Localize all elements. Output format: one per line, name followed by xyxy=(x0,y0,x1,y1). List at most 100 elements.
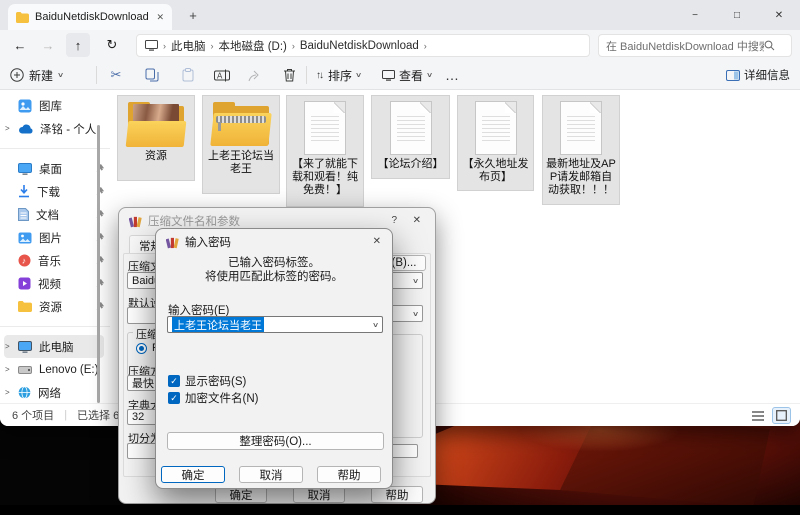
sidebar-scrollbar[interactable] xyxy=(97,125,100,403)
explorer-tab[interactable]: BaiduNetdiskDownload ✕ xyxy=(8,4,172,30)
view-label: 查看 xyxy=(399,67,423,84)
tab-title: BaiduNetdiskDownload xyxy=(35,11,150,23)
sort-button[interactable]: ↑↓ 排序 ∨ xyxy=(316,63,361,87)
text-file-icon xyxy=(475,101,517,155)
breadcrumb[interactable]: › 此电脑 › 本地磁盘 (D:) › BaiduNetdiskDownload… xyxy=(136,34,590,57)
icon-view-toggle[interactable] xyxy=(772,407,791,424)
breadcrumb-current-folder[interactable]: BaiduNetdiskDownload xyxy=(300,40,419,52)
view-button[interactable]: 查看 ∨ xyxy=(382,63,432,87)
method-value: 最快 xyxy=(132,375,154,391)
command-toolbar: 新建 ∨ ✂ A xyxy=(0,60,800,90)
details-pane-label: 详细信息 xyxy=(744,67,790,83)
document-icon xyxy=(18,208,29,221)
share-icon xyxy=(248,68,262,82)
list-view-toggle[interactable] xyxy=(748,407,767,424)
sidebar-item-gallery[interactable]: 图库 xyxy=(4,94,104,117)
encrypt-filenames-checkbox[interactable]: ✓ 加密文件名(N) xyxy=(168,390,258,406)
chevron-expand-icon[interactable]: > xyxy=(5,124,10,133)
more-options-button[interactable]: … xyxy=(440,63,464,87)
rar-dialog-title: 压缩文件名和参数 xyxy=(148,213,240,229)
breadcrumb-this-pc[interactable]: 此电脑 xyxy=(171,38,206,54)
help-icon[interactable]: ? xyxy=(391,215,397,226)
sidebar-item-label: 音乐 xyxy=(38,253,61,269)
screen: BaiduNetdiskDownload ✕ + − □ ✕ ← → ↑ ↻ ›… xyxy=(0,0,800,515)
sidebar-item-music[interactable]: ♪ 音乐 xyxy=(4,249,104,272)
minimize-button[interactable]: − xyxy=(674,0,716,30)
toolbar-divider xyxy=(96,66,97,84)
chevron-down-icon: ∨ xyxy=(355,71,362,79)
folder-icon xyxy=(16,12,29,23)
sidebar-item-pictures[interactable]: 图片 xyxy=(4,226,104,249)
sidebar-item-videos[interactable]: 视频 xyxy=(4,272,104,295)
checkbox-checked-icon: ✓ xyxy=(168,375,180,387)
paste-button[interactable] xyxy=(176,63,200,87)
sidebar-item-onedrive[interactable]: > 泽铭 - 个人 xyxy=(4,117,104,140)
new-button[interactable]: 新建 ∨ xyxy=(10,63,63,87)
network-icon xyxy=(18,386,31,399)
encrypt-filenames-label: 加密文件名(N) xyxy=(185,390,258,406)
close-button[interactable]: ✕ xyxy=(758,0,800,30)
close-icon[interactable]: ✕ xyxy=(373,236,381,247)
file-tile-zip[interactable]: 上老王论坛当老王 xyxy=(202,95,280,194)
chevron-right-icon: › xyxy=(292,41,295,51)
show-password-checkbox[interactable]: ✓ 显示密码(S) xyxy=(168,373,246,389)
tab-strip: BaiduNetdiskDownload ✕ + − □ ✕ xyxy=(0,0,800,30)
search-input[interactable]: 在 BaiduNetdiskDownload 中搜索 xyxy=(598,34,792,57)
help-button[interactable]: 帮助 xyxy=(317,466,381,483)
file-tile-txt-4[interactable]: 最新地址及APP请发邮箱自动获取！！！ xyxy=(542,95,620,205)
ok-button[interactable]: 确定 xyxy=(161,466,225,483)
desktop-location-icon xyxy=(145,40,158,51)
sidebar-item-documents[interactable]: 文档 xyxy=(4,203,104,226)
maximize-button[interactable]: □ xyxy=(716,0,758,30)
chevron-expand-icon[interactable]: > xyxy=(5,342,10,351)
sidebar-item-network[interactable]: > 网络 xyxy=(4,381,104,403)
sidebar-item-this-pc[interactable]: > 此电脑 xyxy=(4,335,104,358)
file-tile-ziyuan[interactable]: 资源 xyxy=(117,95,195,181)
svg-text:♪: ♪ xyxy=(22,256,26,266)
status-divider: | xyxy=(64,409,67,421)
organize-passwords-button[interactable]: 整理密码(O)... xyxy=(167,432,384,450)
desktop-icon xyxy=(18,163,32,175)
up-button[interactable]: ↑ xyxy=(66,33,90,57)
new-tab-button[interactable]: + xyxy=(183,5,203,25)
share-button[interactable] xyxy=(243,63,267,87)
password-input[interactable]: 上老王论坛当老王 ∨ xyxy=(167,316,383,333)
forward-button[interactable]: → xyxy=(36,33,60,57)
rename-button[interactable]: A xyxy=(210,63,234,87)
search-placeholder: 在 BaiduNetdiskDownload 中搜索 xyxy=(606,38,764,54)
folder-icon xyxy=(18,301,32,312)
radio-selected-icon xyxy=(136,343,147,354)
sidebar-item-drive-e[interactable]: > Lenovo (E:) xyxy=(4,358,104,381)
sidebar-item-downloads[interactable]: 下载 xyxy=(4,180,104,203)
sidebar-item-ziyuan-folder[interactable]: 资源 xyxy=(4,295,104,318)
chevron-down-icon: ∨ xyxy=(412,277,419,285)
tab-close-icon[interactable]: ✕ xyxy=(156,12,164,23)
details-pane-button[interactable]: 详细信息 xyxy=(726,63,790,87)
close-icon[interactable]: ✕ xyxy=(413,215,421,226)
file-tile-txt-1[interactable]: 【来了就能下载和观看！纯免费！】 xyxy=(286,95,364,207)
sidebar-item-label: Lenovo (E:) xyxy=(39,364,98,376)
sidebar-item-desktop[interactable]: 桌面 xyxy=(4,157,104,180)
copy-button[interactable] xyxy=(140,63,164,87)
sidebar-item-label: 图片 xyxy=(39,230,62,246)
file-tile-txt-3[interactable]: 【永久地址发布页】 xyxy=(457,95,534,191)
password-message-line1: 已输入密码标签。 xyxy=(156,256,392,270)
delete-button[interactable] xyxy=(277,63,301,87)
this-pc-icon xyxy=(18,341,32,353)
sidebar-item-label: 泽铭 - 个人 xyxy=(40,121,96,137)
sidebar-divider xyxy=(0,326,110,327)
paste-icon xyxy=(181,68,195,82)
cut-button[interactable]: ✂ xyxy=(104,63,128,87)
cancel-button[interactable]: 取消 xyxy=(239,466,303,483)
chevron-expand-icon[interactable]: > xyxy=(5,365,10,374)
breadcrumb-drive-d[interactable]: 本地磁盘 (D:) xyxy=(219,38,287,54)
file-tile-txt-2[interactable]: 【论坛介绍】 xyxy=(371,95,450,179)
chevron-down-icon: ∨ xyxy=(426,71,433,79)
item-count: 6 个项目 xyxy=(12,407,54,423)
file-name: 资源 xyxy=(143,150,169,163)
back-button[interactable]: ← xyxy=(8,33,32,57)
chevron-expand-icon[interactable]: > xyxy=(5,388,10,397)
sidebar-item-label: 此电脑 xyxy=(39,339,74,355)
refresh-button[interactable]: ↻ xyxy=(100,33,124,57)
sidebar-item-label: 网络 xyxy=(38,385,61,401)
